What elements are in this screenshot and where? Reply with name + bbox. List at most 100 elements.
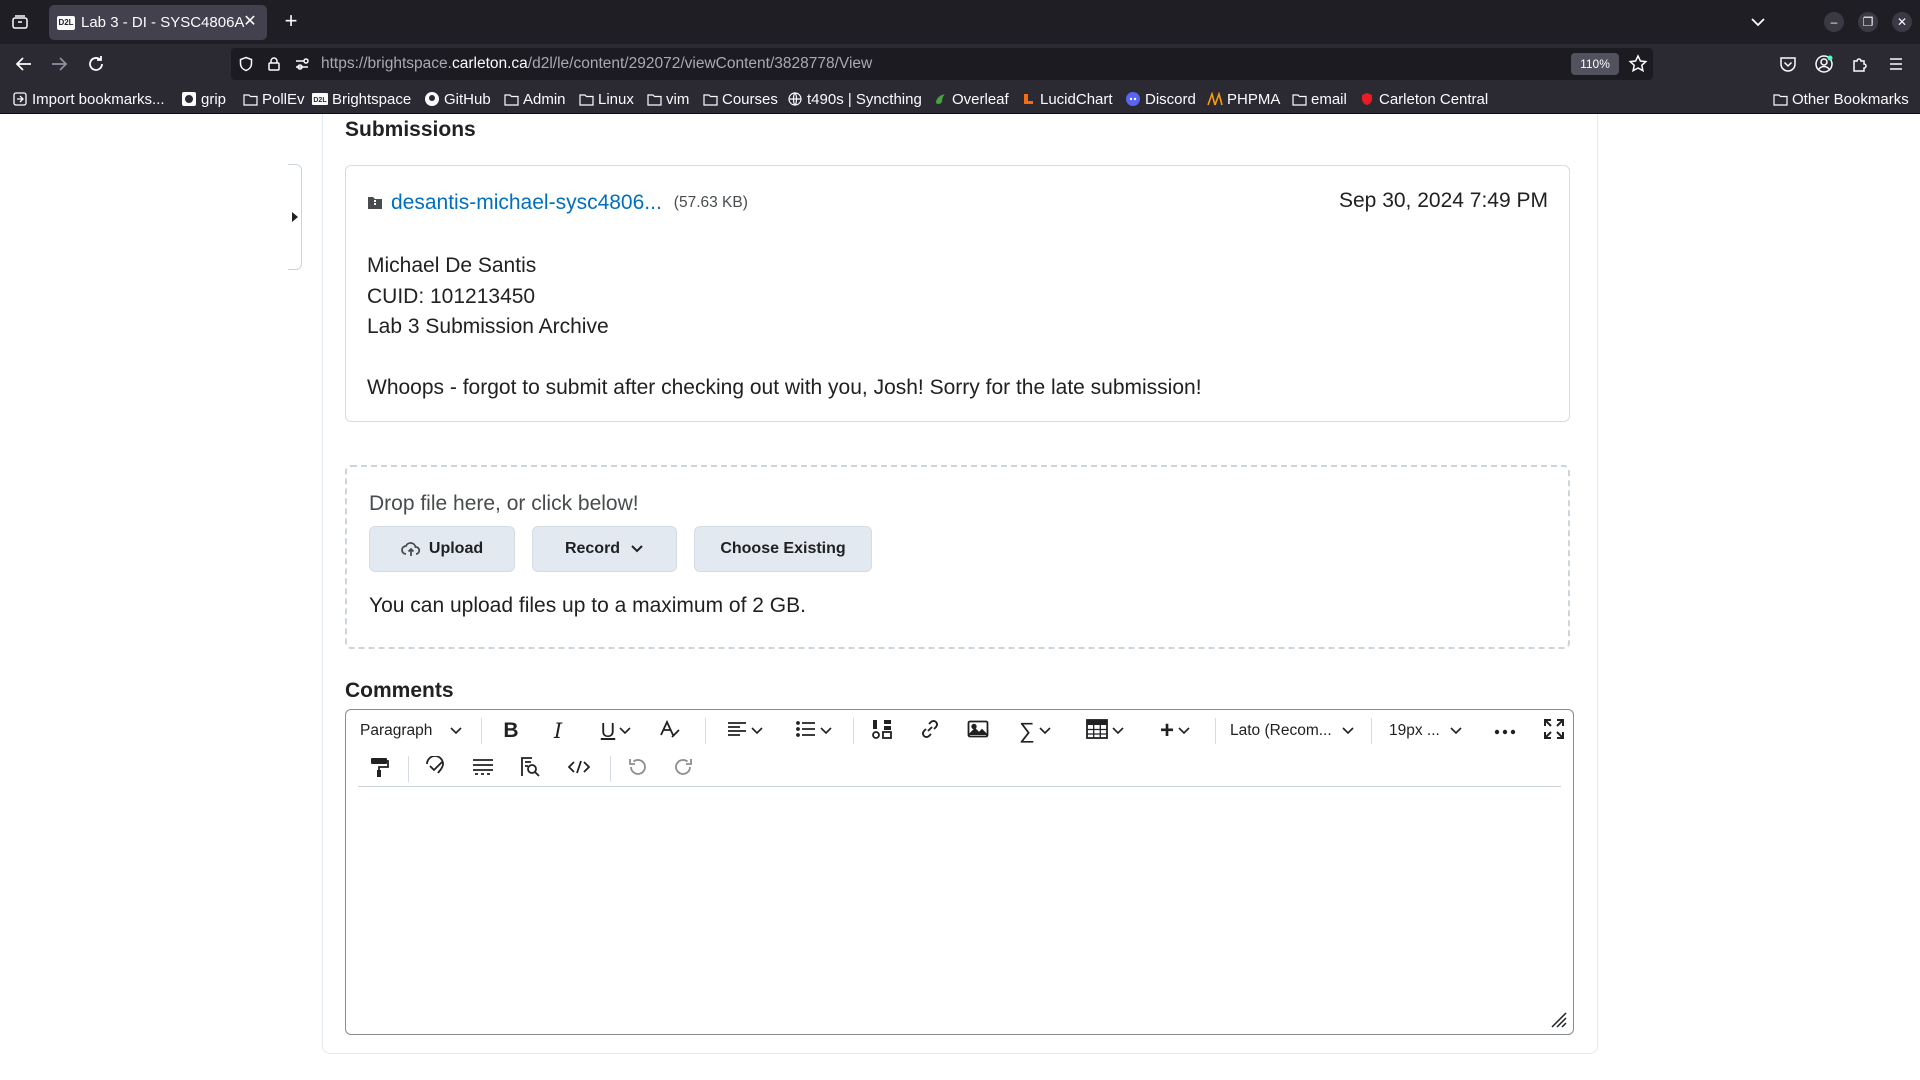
star-icon[interactable] [1628,54,1648,74]
fullscreen-icon [1544,718,1564,744]
submission-file-link[interactable]: desantis-michael-sysc4806... [391,191,662,215]
bookmark-phpma[interactable]: PHPMA [1207,89,1280,109]
bookmark-carleton-central[interactable]: Carleton Central [1359,89,1488,109]
bookmark-email[interactable]: email [1291,89,1347,109]
folder-icon [702,91,718,107]
bookmark-pollev[interactable]: PollEv [242,89,305,109]
toolbar-separator [408,756,409,782]
reload-icon[interactable] [84,52,108,76]
toolbar-separator [1371,718,1372,744]
toolbar-separator [481,718,482,744]
align-dropdown[interactable] [723,718,767,744]
bookmark-vim[interactable]: vim [646,89,689,109]
forward-arrow-icon[interactable] [47,52,71,76]
insert-stuff-icon [871,718,893,745]
clear-format-button[interactable] [655,718,685,744]
font-size-dropdown[interactable]: 19px ... [1389,718,1469,744]
insert-stuff-button[interactable] [867,718,897,744]
tab-title: Lab 3 - DI - SYSC4806A Sc [81,14,246,31]
github-icon [181,91,197,107]
bookmark-lucidchart[interactable]: LucidChart [1020,89,1113,109]
bookmark-grip[interactable]: grip [181,89,226,109]
lock-icon[interactable] [265,55,283,73]
resize-handle-icon[interactable] [1551,1012,1567,1028]
chevron-down-icon[interactable] [1746,10,1770,34]
tab-close-icon[interactable]: ✕ [241,13,259,31]
upload-button[interactable]: Upload [369,526,515,572]
link-icon [919,718,941,745]
shield-icon[interactable] [237,55,255,73]
bookmark-brightspace[interactable]: D2L Brightspace [312,89,411,109]
cloud-upload-icon [401,541,421,557]
submission-file-size: (57.63 KB) [673,194,748,211]
toolbar-separator [705,718,706,744]
format-painter-button[interactable] [364,756,394,782]
bookmark-other-bookmarks[interactable]: Other Bookmarks [1772,89,1909,109]
bold-button[interactable]: B [496,718,526,744]
bookmarks-toolbar: Import bookmarks... grip PollEv D2L Brig… [0,84,1920,114]
d2l-favicon-icon: D2L [57,15,75,30]
comments-editor: Paragraph B I U ∑ + Lato (Recom... 19px … [345,709,1574,1035]
url-text[interactable]: https://brightspace.carleton.ca/d2l/le/c… [321,55,872,73]
minimize-window-button[interactable]: – [1824,12,1844,32]
back-arrow-icon[interactable] [12,52,36,76]
plus-icon: + [1159,717,1174,744]
caret-right-icon [291,212,298,222]
fullscreen-button[interactable] [1539,718,1569,744]
word-count-button[interactable] [468,756,498,782]
bookmark-github[interactable]: GitHub [424,89,491,109]
submission-date: Sep 30, 2024 7:49 PM [1339,189,1548,212]
bookmark-import[interactable]: Import bookmarks... [12,89,165,109]
underline-icon: U [600,719,616,742]
source-code-button[interactable] [564,756,594,782]
account-icon[interactable] [1812,52,1836,76]
browser-nav-bar: https://brightspace.carleton.ca/d2l/le/c… [0,44,1920,84]
undo-button[interactable] [622,756,652,782]
tab-list-icon[interactable] [8,10,32,34]
insert-image-button[interactable] [963,718,993,744]
permissions-icon[interactable] [293,55,311,73]
bookmark-admin[interactable]: Admin [503,89,566,109]
menu-icon[interactable] [1884,52,1908,76]
preview-button[interactable] [515,756,545,782]
bookmark-discord[interactable]: Discord [1125,89,1196,109]
browser-tab-active[interactable]: D2L Lab 3 - DI - SYSC4806A Sc ✕ [49,5,267,40]
chevron-down-icon [1039,727,1051,735]
redo-button[interactable] [669,756,699,782]
bookmark-syncthing[interactable]: t490s | Syncthing [787,89,922,109]
font-family-dropdown[interactable]: Lato (Recom... [1230,718,1360,744]
folder-icon [578,91,594,107]
preview-icon [519,756,541,783]
close-window-button[interactable]: ✕ [1892,12,1912,32]
choose-existing-button[interactable]: Choose Existing [694,526,872,572]
record-dropdown-button[interactable]: Record [532,526,677,572]
list-dropdown[interactable] [792,718,836,744]
insert-more-dropdown[interactable]: + [1153,717,1197,744]
new-tab-button[interactable]: + [279,10,303,34]
submissions-heading: Submissions [345,118,476,141]
word-count-icon [472,758,494,781]
insert-link-button[interactable] [915,718,945,744]
block-format-dropdown[interactable]: Paragraph [360,718,470,744]
url-bar[interactable]: https://brightspace.carleton.ca/d2l/le/c… [231,48,1653,80]
equation-dropdown[interactable]: ∑ [1013,718,1057,744]
side-panel-toggle[interactable] [288,164,302,270]
restore-window-button[interactable]: ❐ [1858,12,1878,32]
bookmark-overleaf[interactable]: Overleaf [932,89,1009,109]
table-dropdown[interactable] [1083,718,1127,744]
extensions-icon[interactable] [1848,52,1872,76]
underline-dropdown[interactable]: U [593,718,639,744]
comments-text-area[interactable] [346,787,1573,1034]
file-dropzone[interactable]: Drop file here, or click below! Upload R… [345,465,1570,649]
zoom-level-badge[interactable]: 110% [1571,53,1619,75]
pocket-icon[interactable] [1776,52,1800,76]
bullet-list-icon [796,720,816,742]
bookmark-courses[interactable]: Courses [702,89,778,109]
italic-button[interactable]: I [543,718,573,744]
folder-icon [242,91,258,107]
submission-line: Lab 3 Submission Archive [367,315,609,338]
more-options-button[interactable] [1490,718,1520,744]
accessibility-checker-button[interactable] [420,754,450,782]
bookmark-linux[interactable]: Linux [578,89,634,109]
chevron-down-icon [820,727,832,735]
